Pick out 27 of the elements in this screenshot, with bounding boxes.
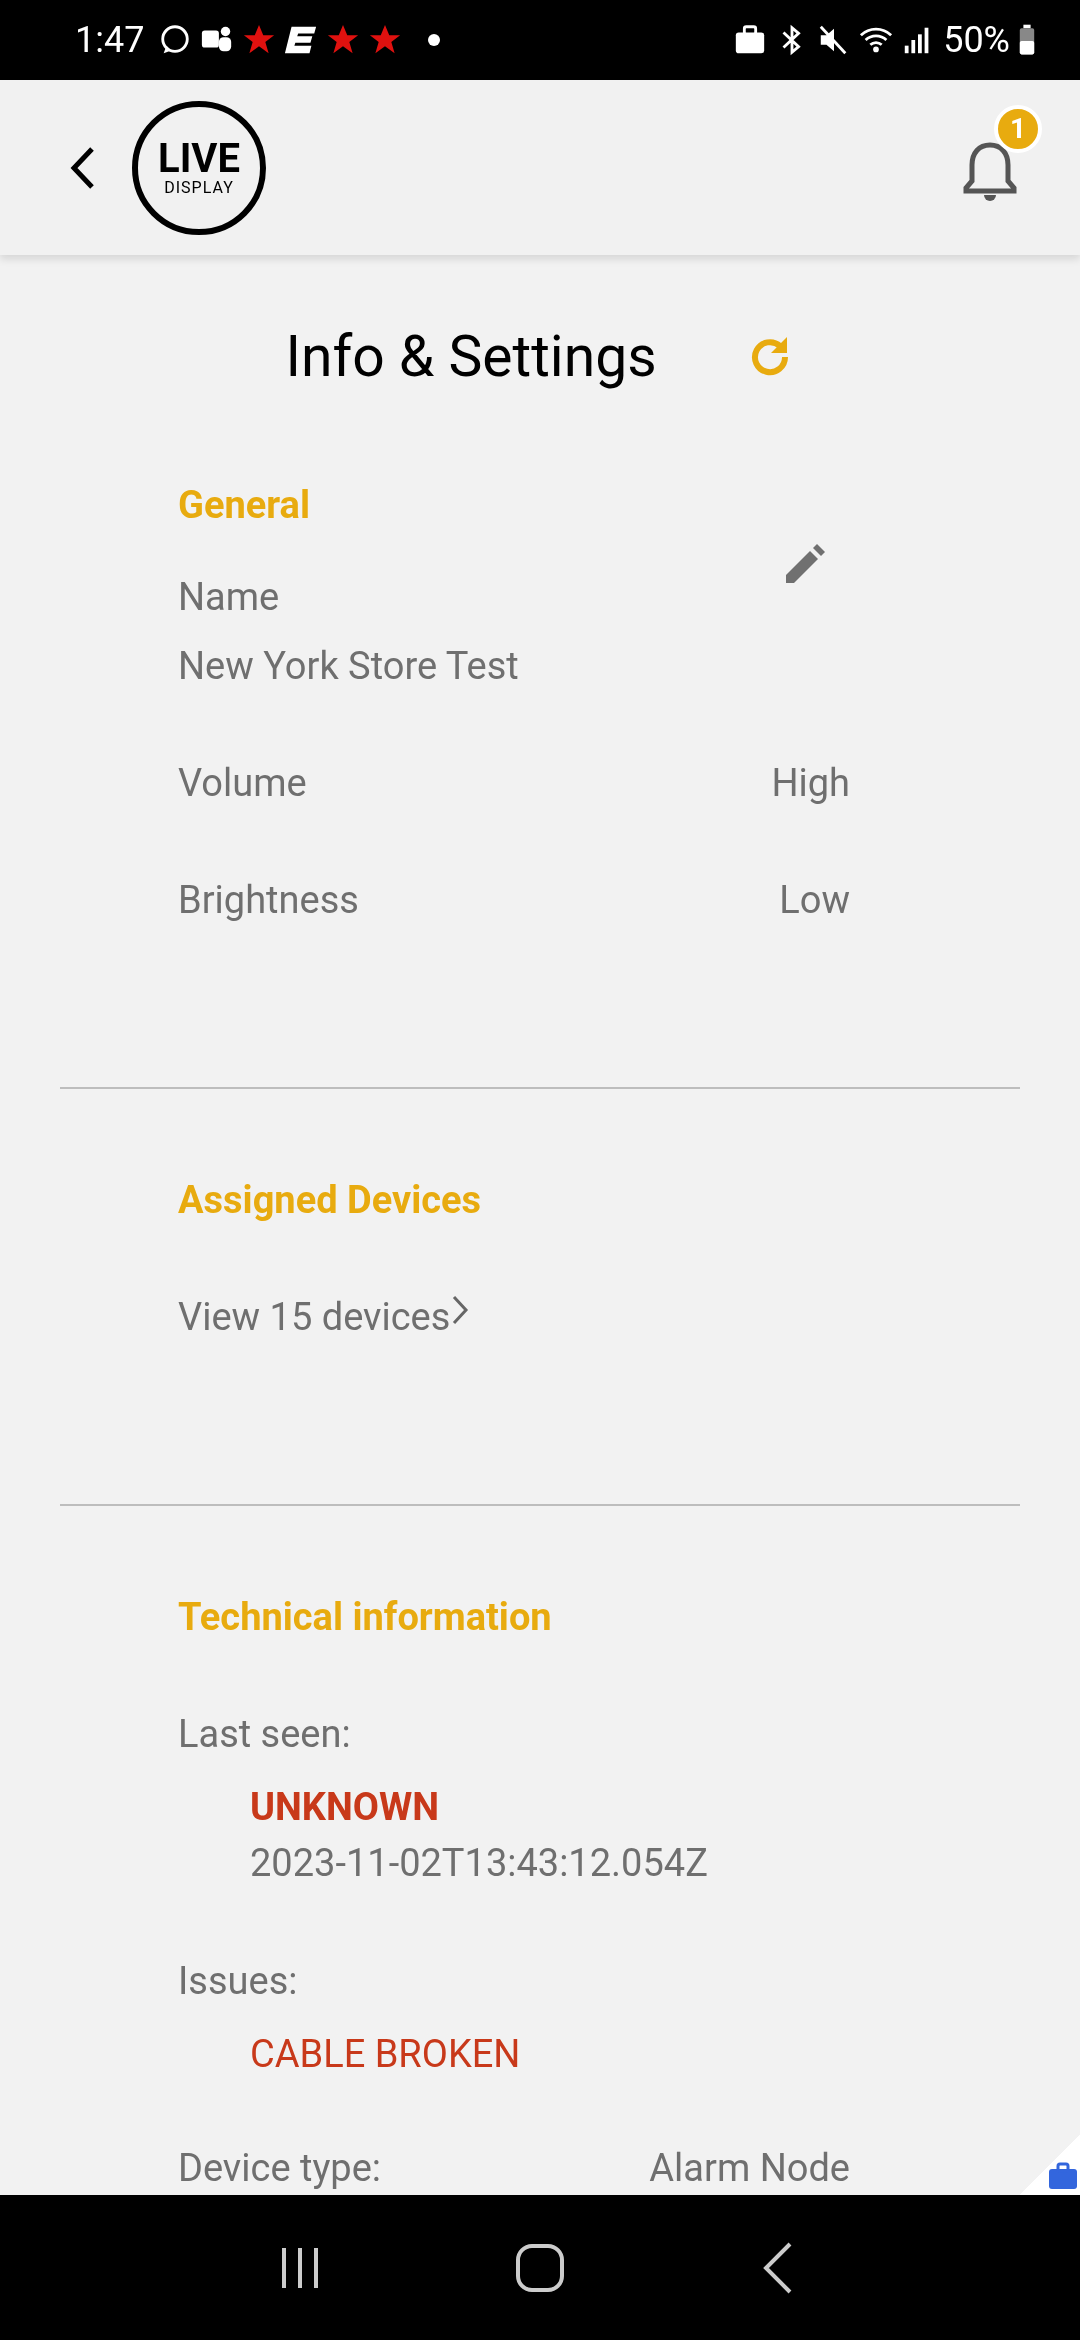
page-title: Info & Settings: [285, 325, 657, 389]
field-label: Issues:: [178, 1958, 299, 2005]
view-devices-link[interactable]: View 15 devices: [178, 1289, 471, 1345]
field-label: Name: [178, 574, 281, 621]
field-value: High: [771, 760, 850, 807]
field-value: Alarm Node: [649, 2145, 850, 2192]
field-label: Last seen:: [178, 1711, 352, 1758]
logo-subtext: DISPLAY: [164, 178, 234, 197]
field-value: 2023-11-02T13:43:12.054Z: [249, 1840, 709, 1887]
clock: 1:47: [75, 19, 145, 61]
field-value: New York Store Test: [178, 643, 519, 690]
status-text: UNKNOWN: [249, 1784, 441, 1831]
notification-badge: 1: [994, 104, 1042, 153]
field-label: Device type:: [178, 2145, 382, 2192]
field-value: Low: [779, 877, 850, 924]
field-label: Brightness: [178, 877, 359, 924]
battery-percentage: 50%: [943, 19, 1010, 61]
briefcase-icon[interactable]: [1048, 2161, 1078, 2191]
dot-icon: [428, 34, 441, 46]
field-label: Volume: [178, 760, 307, 807]
section-heading: Assigned Devices: [178, 1177, 483, 1224]
chevron-icon: [450, 1293, 471, 1327]
battery-icon: [1018, 23, 1036, 57]
section-heading: Technical information: [178, 1594, 553, 1641]
section-heading: General: [178, 482, 311, 529]
logo-text: LIVE: [158, 138, 240, 179]
status-text: CABLE BROKEN: [249, 2031, 522, 2078]
